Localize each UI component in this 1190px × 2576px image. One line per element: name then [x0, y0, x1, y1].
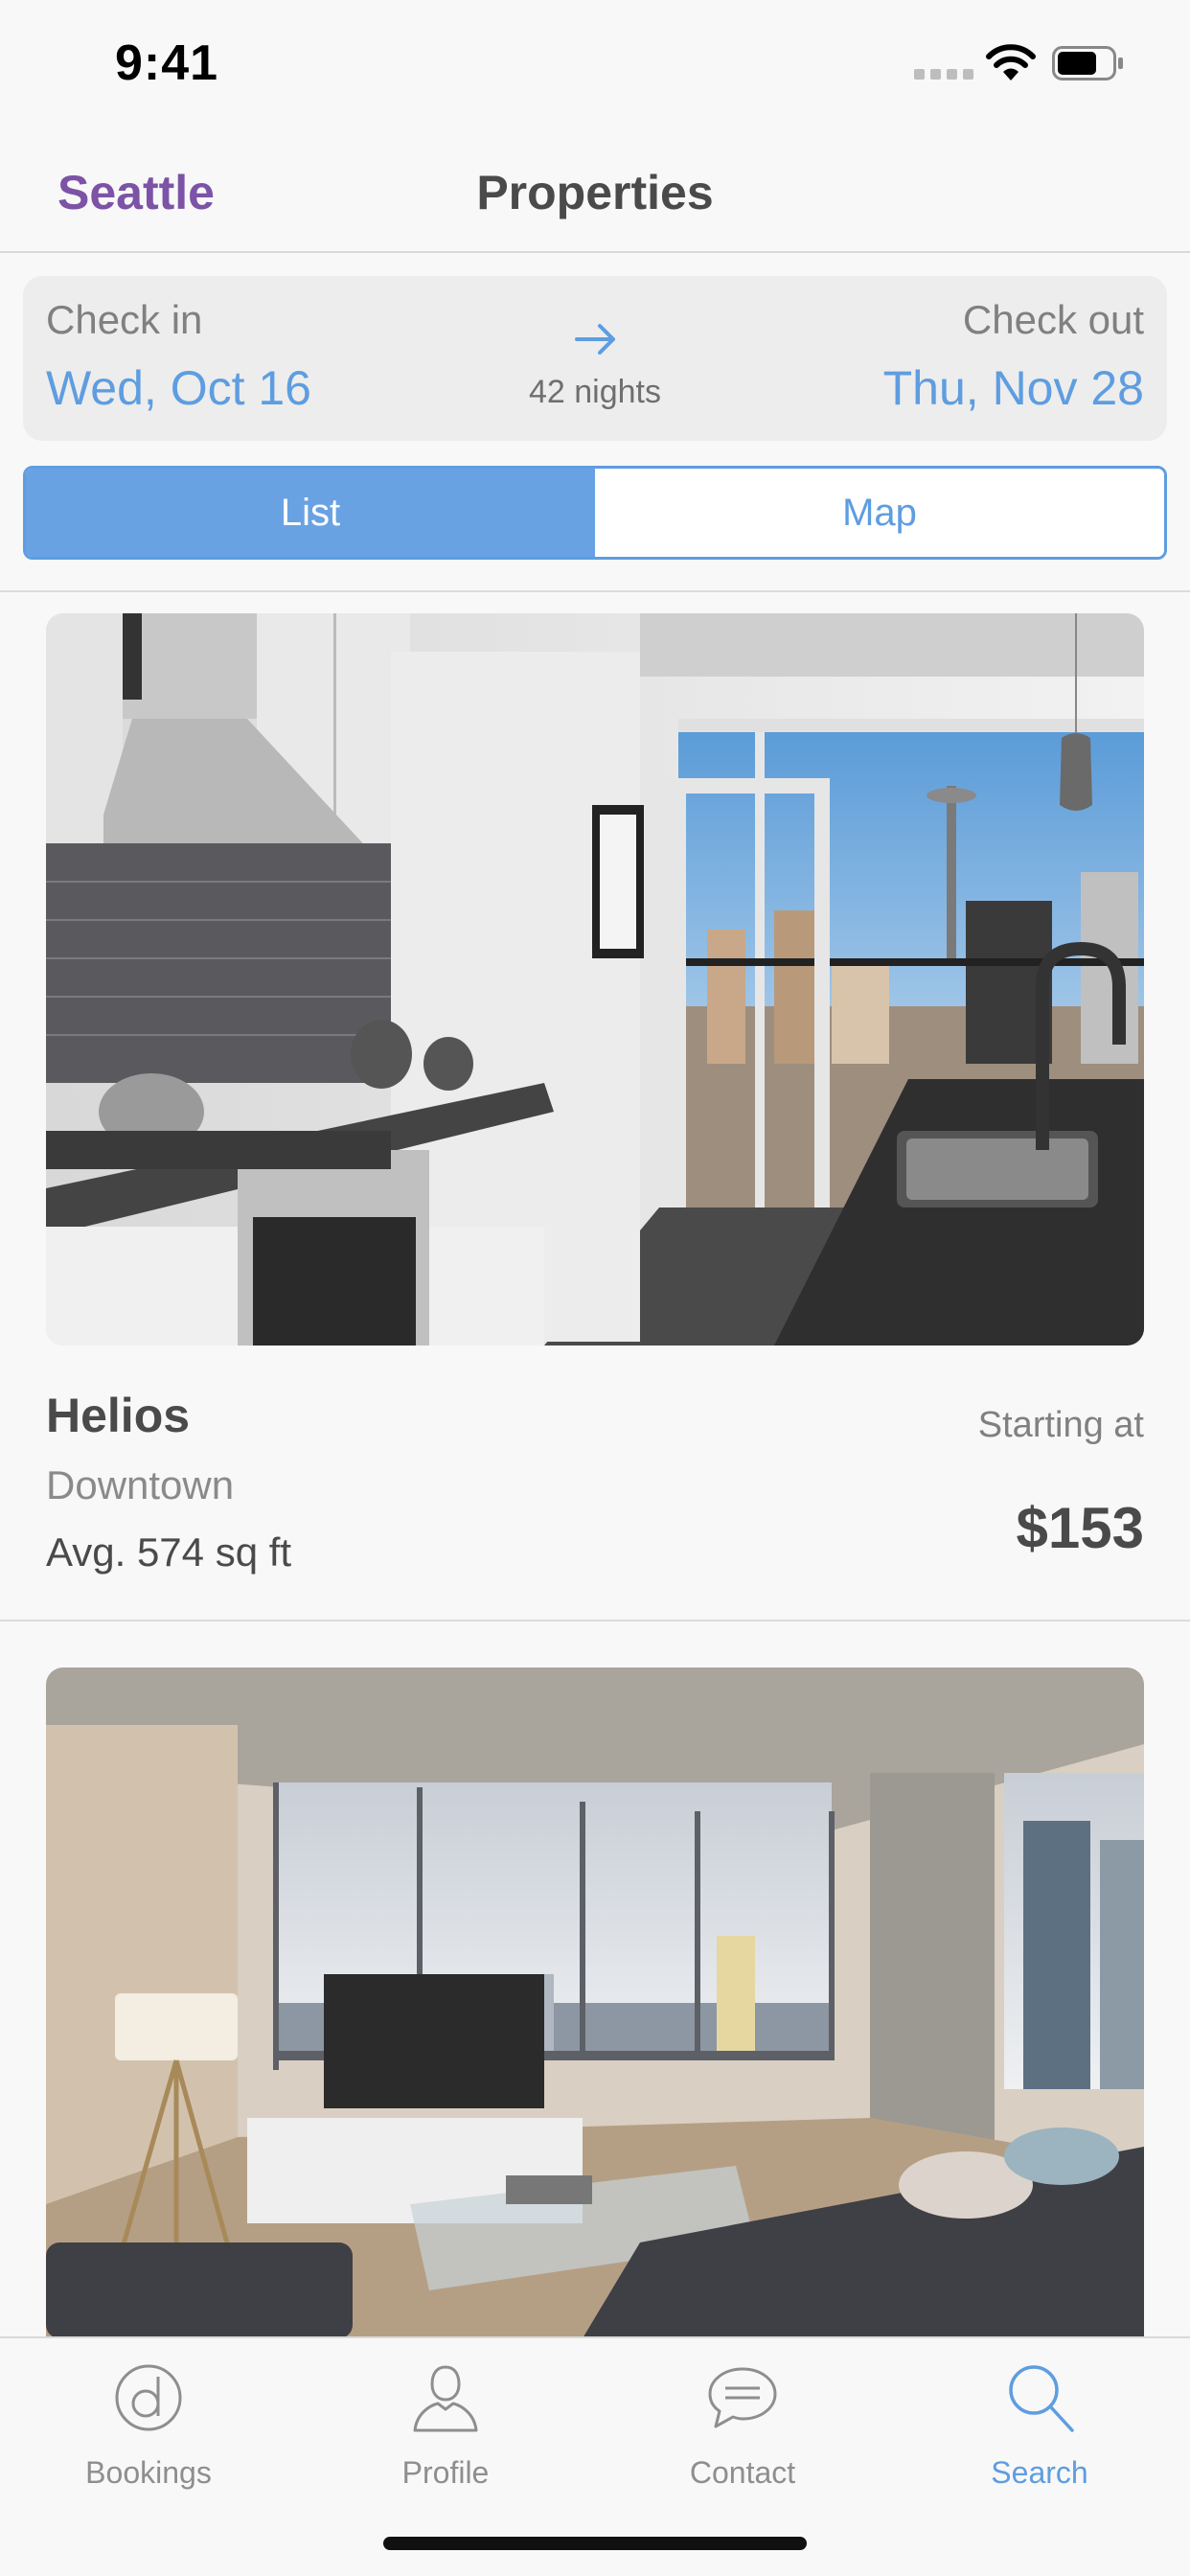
- property-size: Avg. 574 sq ft: [46, 1530, 292, 1575]
- status-time: 9:41: [115, 35, 219, 91]
- navigation-bar: Properties Seattle: [0, 126, 1190, 253]
- city-back-button[interactable]: Seattle: [57, 165, 215, 220]
- kitchen-photo: [46, 613, 1144, 1346]
- tab-label-contact: Contact: [689, 2455, 796, 2490]
- check-out-label: Check out: [962, 297, 1144, 342]
- battery-icon: [1052, 46, 1123, 80]
- map-view-tab[interactable]: Map: [595, 469, 1164, 557]
- search-icon: [1009, 2365, 1074, 2432]
- tab-label-bookings: Bookings: [85, 2455, 212, 2490]
- status-bar: 9:41: [0, 0, 1190, 126]
- property-neighborhood: Downtown: [46, 1462, 235, 1507]
- tab-search[interactable]: Search: [891, 2359, 1188, 2491]
- bookings-icon: [115, 2364, 182, 2431]
- divider: [0, 590, 1190, 592]
- list-view-tab[interactable]: List: [26, 469, 595, 557]
- tab-bookings[interactable]: Bookings: [0, 2359, 297, 2491]
- arrow-right-icon: [575, 324, 615, 355]
- price-prefix: Starting at: [977, 1405, 1144, 1445]
- check-out-date[interactable]: Thu, Nov 28: [883, 360, 1144, 416]
- app-screen: 9:41 Properties Seattle Check in Wed, Oc…: [0, 0, 1190, 2576]
- tab-label-profile: Profile: [401, 2455, 490, 2490]
- listing-photo[interactable]: [46, 613, 1144, 1346]
- home-indicator[interactable]: [383, 2537, 807, 2550]
- tab-label-search: Search: [991, 2455, 1088, 2490]
- wifi-icon: [986, 44, 1036, 80]
- tab-profile[interactable]: Profile: [297, 2359, 594, 2491]
- profile-icon: [413, 2365, 478, 2432]
- chat-bubble-icon: [708, 2367, 777, 2428]
- property-name[interactable]: Helios: [46, 1388, 190, 1443]
- living-room-photo: [46, 1668, 1144, 2338]
- listing-photo[interactable]: [46, 1668, 1144, 2338]
- date-range-selector[interactable]: Check in Wed, Oct 16 42 nights Check out…: [23, 276, 1167, 441]
- view-toggle: List Map: [23, 466, 1167, 560]
- listing-divider: [0, 1620, 1190, 1622]
- cellular-signal-icon: [914, 69, 973, 80]
- check-in-label: Check in: [46, 297, 203, 342]
- property-price: $153: [1016, 1496, 1144, 1560]
- tab-contact[interactable]: Contact: [594, 2359, 891, 2491]
